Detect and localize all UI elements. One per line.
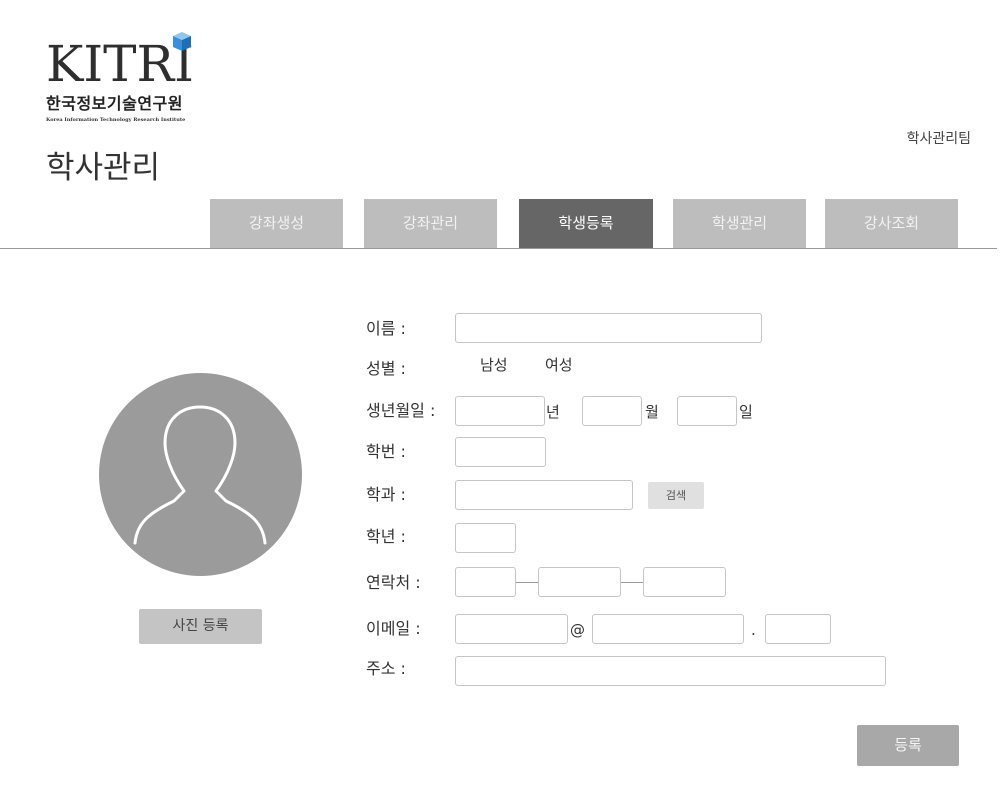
tab-course-create[interactable]: 강좌생성 [210, 199, 343, 248]
email-id-input[interactable] [455, 614, 568, 644]
department-search-button[interactable]: 검색 [648, 482, 704, 509]
contact-label: 연락처 : [366, 573, 421, 592]
student-id-input[interactable] [455, 437, 546, 467]
student-id-label: 학번 : [366, 442, 406, 461]
gender-male-option[interactable]: 남성 [480, 354, 508, 376]
photo-upload-button[interactable]: 사진 등록 [139, 609, 262, 644]
phone-separator [516, 582, 538, 583]
phone-part2-input[interactable] [538, 567, 621, 597]
tab-divider [0, 248, 997, 249]
birth-month-input[interactable] [582, 396, 642, 426]
birth-month-suffix: 월 [645, 403, 659, 421]
grade-label: 학년 : [366, 527, 406, 546]
birth-year-input[interactable] [455, 396, 545, 426]
email-dot: . [751, 621, 756, 639]
tab-course-manage[interactable]: 강좌관리 [364, 199, 497, 248]
phone-separator [621, 582, 643, 583]
name-label: 이름 : [366, 319, 406, 338]
logo-cube-icon [173, 32, 191, 51]
page-title: 학사관리 [46, 150, 161, 186]
birth-year-suffix: 년 [546, 403, 560, 421]
grade-input[interactable] [455, 523, 516, 553]
department-label: 학과 : [366, 485, 406, 504]
address-input[interactable] [455, 656, 886, 686]
logo-korean-name: 한국정보기술연구원 [46, 94, 183, 113]
user-silhouette-icon [133, 405, 267, 545]
phone-part1-input[interactable] [455, 567, 516, 597]
department-input[interactable] [455, 480, 633, 510]
kitri-logo: KITRI 한국정보기술연구원 Korea Information Techno… [46, 30, 206, 130]
email-tld-input[interactable] [765, 614, 831, 644]
email-at-sign: @ [570, 621, 585, 639]
gender-label: 성별 : [366, 359, 406, 378]
tab-instructor-view[interactable]: 강사조회 [825, 199, 958, 248]
phone-part3-input[interactable] [643, 567, 726, 597]
name-input[interactable] [455, 313, 762, 343]
tab-student-register[interactable]: 학생등록 [519, 199, 653, 248]
birthdate-label: 생년월일 : [366, 401, 436, 420]
tab-bar: 강좌생성 강좌관리 학생등록 학생관리 강사조회 [0, 199, 1000, 249]
birth-day-suffix: 일 [739, 403, 753, 421]
logo-english-name: Korea Information Technology Research In… [46, 117, 186, 123]
register-submit-button[interactable]: 등록 [857, 725, 959, 766]
birth-day-input[interactable] [677, 396, 737, 426]
email-label: 이메일 : [366, 619, 421, 638]
address-label: 주소 : [366, 659, 406, 678]
email-domain-input[interactable] [592, 614, 744, 644]
tab-student-manage[interactable]: 학생관리 [673, 199, 806, 248]
profile-photo-placeholder [99, 373, 302, 576]
gender-female-option[interactable]: 여성 [545, 354, 573, 376]
team-label: 학사관리팀 [906, 131, 971, 147]
